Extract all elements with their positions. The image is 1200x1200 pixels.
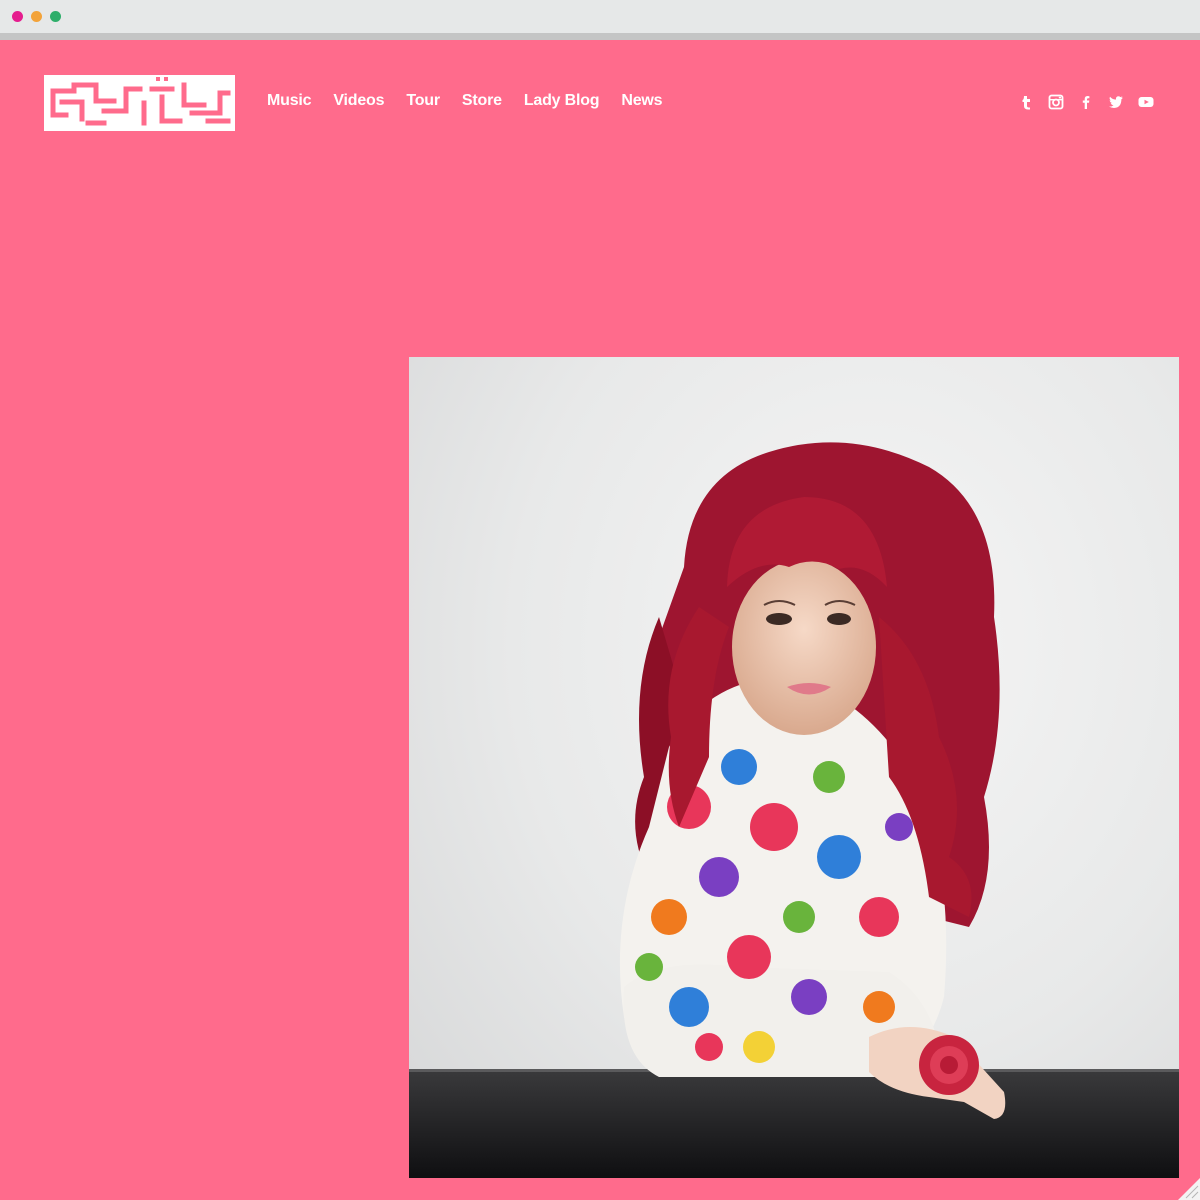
nav-lady-blog[interactable]: Lady Blog — [524, 92, 600, 110]
main-nav: Music Videos Tour Store Lady Blog News — [267, 92, 663, 110]
nav-news[interactable]: News — [621, 92, 662, 110]
nav-store[interactable]: Store — [462, 92, 502, 110]
resize-grip-icon[interactable] — [1178, 1178, 1200, 1200]
web-page: Music Videos Tour Store Lady Blog News — [0, 40, 1200, 1200]
facebook-icon[interactable] — [1077, 93, 1095, 111]
nav-tour[interactable]: Tour — [406, 92, 440, 110]
twitter-icon[interactable] — [1107, 93, 1125, 111]
toolbar-divider — [0, 33, 1200, 40]
close-window-button[interactable] — [12, 11, 23, 22]
browser-toolbar — [0, 0, 1200, 33]
social-links — [1017, 93, 1155, 111]
maximize-window-button[interactable] — [50, 11, 61, 22]
portrait-photo — [409, 357, 1179, 1178]
nav-music[interactable]: Music — [267, 92, 312, 110]
instagram-icon[interactable] — [1047, 93, 1065, 111]
youtube-icon[interactable] — [1137, 93, 1155, 111]
tumblr-icon[interactable] — [1017, 93, 1035, 111]
site-logo[interactable] — [44, 75, 235, 131]
photo-image — [409, 442, 1179, 1178]
nav-videos[interactable]: Videos — [333, 92, 384, 110]
minimize-window-button[interactable] — [31, 11, 42, 22]
